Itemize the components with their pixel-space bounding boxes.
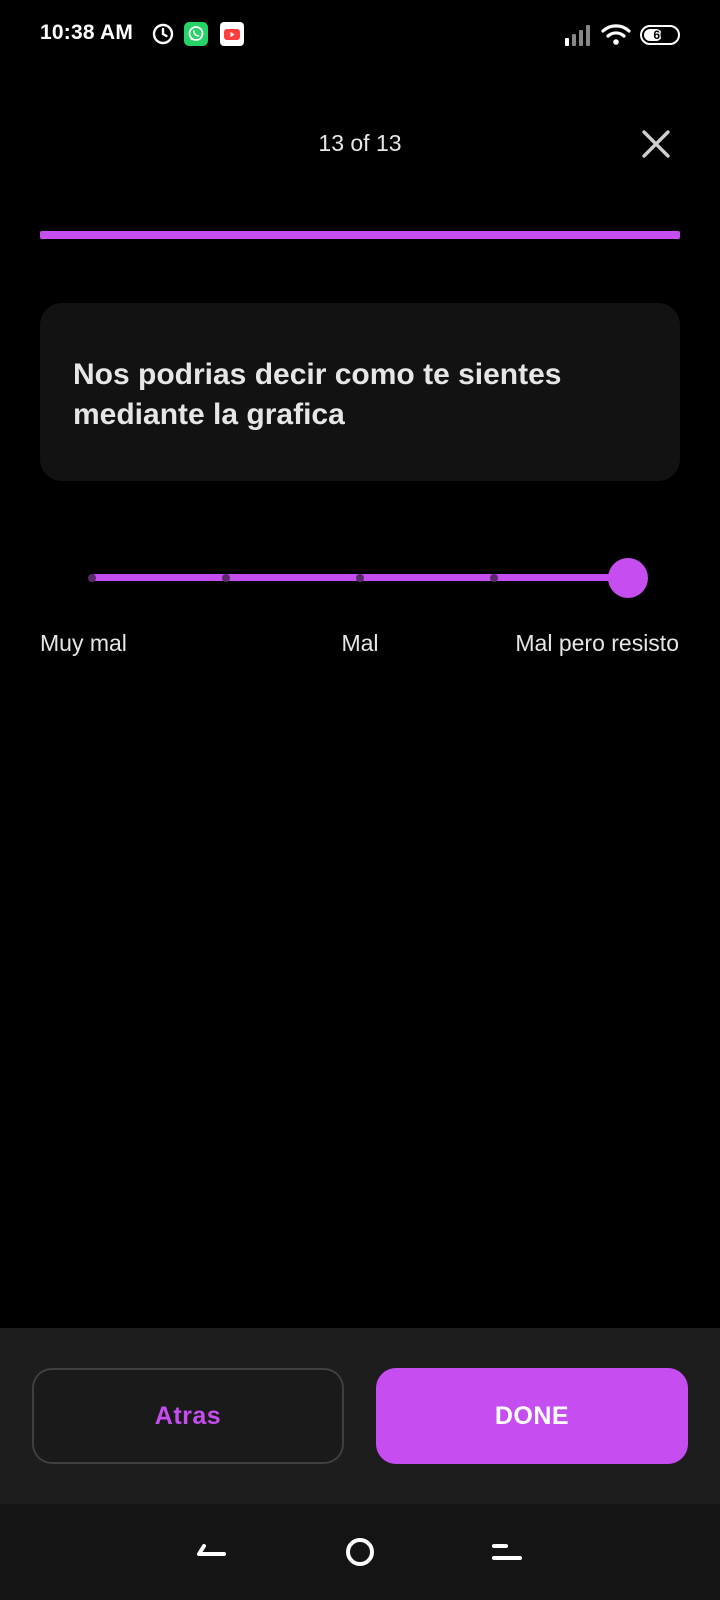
mood-slider[interactable] bbox=[88, 556, 648, 600]
nav-recents-icon[interactable] bbox=[490, 1534, 526, 1570]
scale-label-right: Mal pero resisto bbox=[515, 630, 679, 656]
close-icon[interactable] bbox=[636, 124, 676, 164]
action-bar: Atras DONE bbox=[0, 1328, 720, 1504]
alarm-icon bbox=[152, 23, 174, 45]
slider-tick bbox=[490, 574, 498, 582]
battery-level: 60 bbox=[653, 28, 667, 42]
youtube-icon bbox=[220, 22, 244, 46]
whatsapp-icon bbox=[184, 22, 208, 46]
nav-home-icon[interactable] bbox=[342, 1534, 378, 1570]
back-button[interactable]: Atras bbox=[32, 1368, 344, 1464]
signal-icon bbox=[565, 25, 590, 46]
slider-tick bbox=[88, 574, 96, 582]
status-time: 10:38 AM bbox=[40, 21, 134, 44]
done-button[interactable]: DONE bbox=[376, 1368, 688, 1464]
progress-bar bbox=[40, 231, 680, 239]
question-card: Nos podrias decir como te sientes median… bbox=[40, 303, 680, 481]
slider-tick bbox=[222, 574, 230, 582]
wifi-icon bbox=[601, 24, 631, 45]
progress-fill bbox=[40, 231, 680, 239]
step-counter: 13 of 13 bbox=[318, 130, 402, 156]
navigation-bar bbox=[0, 1504, 720, 1600]
slider-thumb[interactable] bbox=[608, 558, 648, 598]
question-text: Nos podrias decir como te sientes median… bbox=[73, 358, 562, 431]
slider-tick bbox=[356, 574, 364, 582]
status-bar: 10:38 AM 60 bbox=[0, 0, 720, 70]
battery-icon: 60 bbox=[640, 25, 680, 45]
nav-back-icon[interactable] bbox=[194, 1534, 230, 1570]
